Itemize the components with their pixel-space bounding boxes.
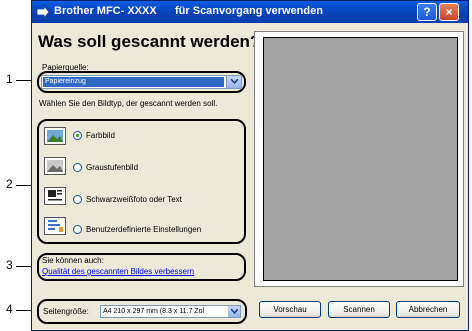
grayscale-photo-icon[interactable] — [44, 157, 66, 175]
scan-dialog: Brother MFC- XXXX für Scanvorgang verwen… — [31, 0, 469, 331]
paper-source-value: Papiereinzug — [43, 77, 224, 87]
window-title: Brother MFC- XXXX für Scanvorgang verwen… — [54, 5, 323, 17]
cancel-button[interactable]: Abbrechen — [396, 301, 460, 318]
preview-button[interactable]: Vorschau — [259, 301, 321, 318]
option-label: Graustufenbild — [86, 163, 139, 172]
image-type-prompt: Wählen Sie den Bildtyp, der gescannt wer… — [39, 99, 218, 108]
option-label: Benutzerdefinierte Einstellungen — [86, 225, 202, 234]
color-photo-icon[interactable] — [44, 127, 66, 145]
radio-schwarzweiss[interactable] — [73, 195, 82, 204]
paper-source-select[interactable]: Papiereinzug — [41, 75, 242, 89]
page-title: Was soll gescannt werden? — [38, 32, 261, 51]
chevron-down-icon[interactable] — [226, 76, 241, 88]
radio-farbbild[interactable] — [73, 131, 82, 140]
preview-image — [263, 37, 458, 281]
radio-graustufenbild[interactable] — [73, 163, 82, 172]
callout-4: 4 — [6, 302, 13, 316]
page-size-select[interactable]: A4 210 x 297 mm (8.3 x 11.7 Zol — [100, 305, 241, 318]
close-button[interactable]: × — [439, 3, 459, 21]
title-bar[interactable]: Brother MFC- XXXX für Scanvorgang verwen… — [32, 1, 468, 23]
page-size-label: Seitengröße: — [43, 307, 89, 316]
radio-benutzerdefiniert[interactable] — [73, 225, 82, 234]
callout-3: 3 — [6, 258, 13, 272]
option-label: Schwarzweißfoto oder Text — [86, 195, 182, 204]
help-button[interactable]: ? — [417, 3, 437, 21]
chevron-down-icon[interactable] — [228, 306, 240, 317]
callout-1: 1 — [6, 72, 13, 86]
callout-2: 2 — [6, 177, 13, 191]
scan-button[interactable]: Scannen — [328, 301, 390, 318]
arrow-icon — [36, 5, 50, 19]
improve-quality-link[interactable]: Qualität des gescannten Bildes verbesser… — [42, 267, 194, 276]
custom-settings-icon[interactable] — [44, 217, 66, 235]
bw-text-icon[interactable] — [44, 187, 66, 205]
more-label: Sie können auch: — [42, 256, 104, 265]
option-label: Farbbild — [86, 131, 115, 140]
